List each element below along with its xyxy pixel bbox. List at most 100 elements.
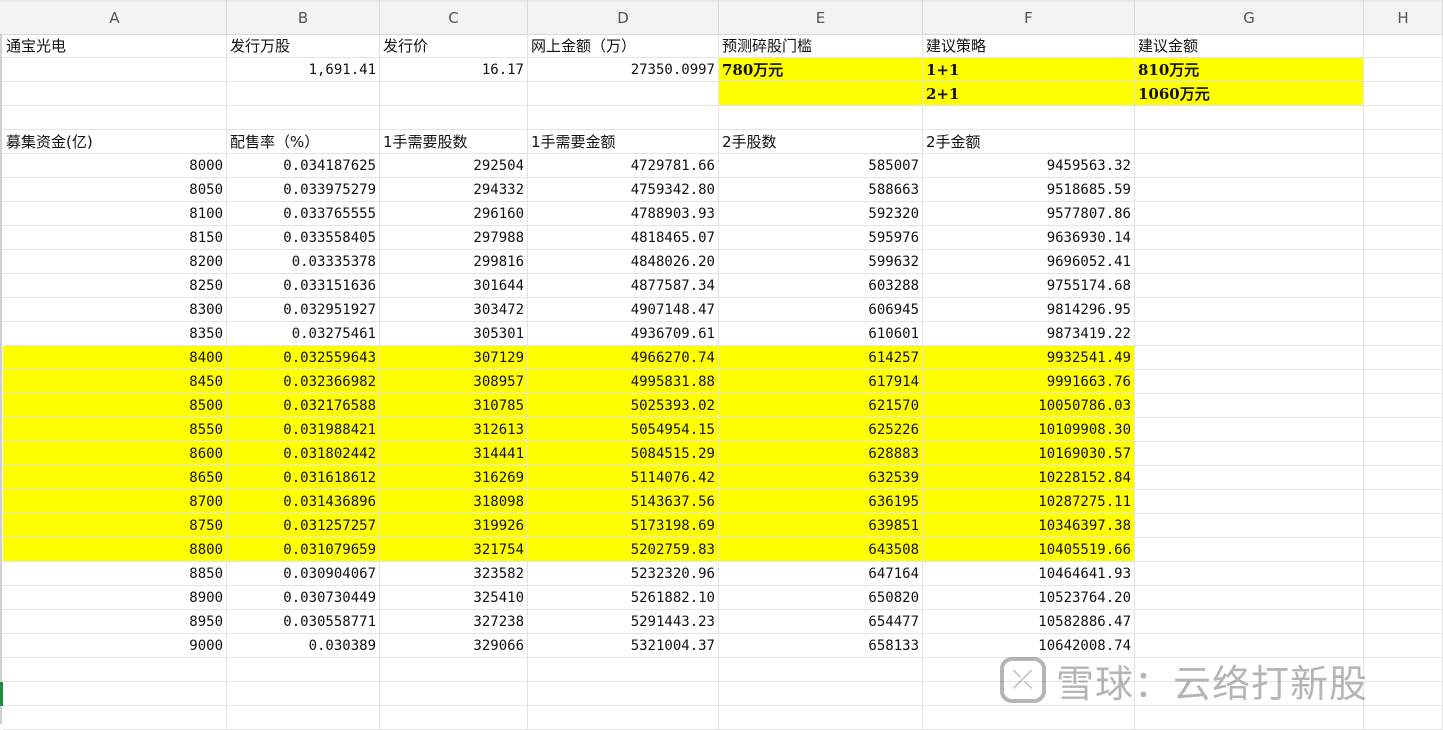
cell-h[interactable] — [1364, 658, 1443, 682]
cell-a[interactable]: 8450 — [3, 370, 227, 394]
cell-c[interactable]: 发行价 — [380, 34, 528, 58]
cell-f[interactable]: 10405519.66 — [923, 538, 1135, 562]
cell-h[interactable] — [1364, 130, 1443, 154]
cell-g[interactable] — [1135, 130, 1364, 154]
cell-e[interactable]: 639851 — [719, 514, 923, 538]
cell-g[interactable]: 1060万元 — [1135, 82, 1364, 106]
cell-a[interactable]: 8500 — [3, 394, 227, 418]
cell-a[interactable]: 8350 — [3, 322, 227, 346]
cell-d[interactable]: 5084515.29 — [528, 442, 719, 466]
cell-b[interactable] — [227, 682, 380, 706]
cell-e[interactable]: 654477 — [719, 610, 923, 634]
cell-e[interactable]: 658133 — [719, 634, 923, 658]
cell-d[interactable]: 5054954.15 — [528, 418, 719, 442]
cell-c[interactable]: 296160 — [380, 202, 528, 226]
cell-h[interactable] — [1364, 634, 1443, 658]
cell-c[interactable]: 301644 — [380, 274, 528, 298]
cell-a[interactable]: 8400 — [3, 346, 227, 370]
cell-c[interactable]: 312613 — [380, 418, 528, 442]
cell-a[interactable]: 8900 — [3, 586, 227, 610]
cell-h[interactable] — [1364, 322, 1443, 346]
cell-c[interactable]: 297988 — [380, 226, 528, 250]
cell-c[interactable]: 299816 — [380, 250, 528, 274]
cell-h[interactable] — [1364, 274, 1443, 298]
cell-a[interactable] — [3, 82, 227, 106]
cell-b[interactable]: 0.032951927 — [227, 298, 380, 322]
cell-f[interactable]: 9636930.14 — [923, 226, 1135, 250]
cell-g[interactable] — [1135, 442, 1364, 466]
cell-c[interactable]: 327238 — [380, 610, 528, 634]
cell-f[interactable]: 10346397.38 — [923, 514, 1135, 538]
cell-b[interactable]: 0.031436896 — [227, 490, 380, 514]
cell-c[interactable]: 323582 — [380, 562, 528, 586]
cell-e[interactable]: 588663 — [719, 178, 923, 202]
cell-e[interactable]: 643508 — [719, 538, 923, 562]
cell-e[interactable] — [719, 706, 923, 730]
cell-h[interactable] — [1364, 226, 1443, 250]
selected-row-marker[interactable] — [0, 682, 3, 706]
cell-e[interactable]: 632539 — [719, 466, 923, 490]
cell-a[interactable] — [3, 106, 227, 130]
column-header-f[interactable]: F — [923, 0, 1135, 34]
cell-c[interactable] — [380, 106, 528, 130]
cell-e[interactable]: 2手股数 — [719, 130, 923, 154]
cell-f[interactable] — [923, 658, 1135, 682]
cell-g[interactable]: 810万元 — [1135, 58, 1364, 82]
cell-b[interactable]: 0.031618612 — [227, 466, 380, 490]
cell-b[interactable]: 0.032559643 — [227, 346, 380, 370]
cell-g[interactable] — [1135, 538, 1364, 562]
cell-e[interactable]: 780万元 — [719, 58, 923, 82]
cell-a[interactable]: 8050 — [3, 178, 227, 202]
cell-g[interactable] — [1135, 370, 1364, 394]
cell-c[interactable]: 308957 — [380, 370, 528, 394]
cell-g[interactable] — [1135, 562, 1364, 586]
cell-h[interactable] — [1364, 442, 1443, 466]
cell-c[interactable]: 316269 — [380, 466, 528, 490]
cell-d[interactable] — [528, 106, 719, 130]
column-header-e[interactable]: E — [719, 0, 923, 34]
cell-g[interactable] — [1135, 466, 1364, 490]
cell-e[interactable]: 614257 — [719, 346, 923, 370]
cell-h[interactable] — [1364, 394, 1443, 418]
cell-d[interactable]: 5143637.56 — [528, 490, 719, 514]
cell-f[interactable]: 10287275.11 — [923, 490, 1135, 514]
cell-h[interactable] — [1364, 706, 1443, 730]
cell-h[interactable] — [1364, 538, 1443, 562]
cell-b[interactable] — [227, 106, 380, 130]
cell-c[interactable]: 318098 — [380, 490, 528, 514]
cell-g[interactable] — [1135, 154, 1364, 178]
cell-g[interactable] — [1135, 322, 1364, 346]
column-header-g[interactable]: G — [1135, 0, 1364, 34]
cell-h[interactable] — [1364, 58, 1443, 82]
cell-e[interactable]: 650820 — [719, 586, 923, 610]
cell-h[interactable] — [1364, 682, 1443, 706]
cell-a[interactable]: 8300 — [3, 298, 227, 322]
cell-a[interactable]: 募集资金(亿) — [3, 130, 227, 154]
column-header-d[interactable]: D — [528, 0, 719, 34]
cell-h[interactable] — [1364, 202, 1443, 226]
cell-c[interactable] — [380, 82, 528, 106]
cell-e[interactable] — [719, 658, 923, 682]
column-header-h[interactable]: H — [1364, 0, 1443, 34]
cell-b[interactable]: 0.03335378 — [227, 250, 380, 274]
cell-e[interactable]: 595976 — [719, 226, 923, 250]
cell-f[interactable]: 9991663.76 — [923, 370, 1135, 394]
cell-h[interactable] — [1364, 82, 1443, 106]
cell-h[interactable] — [1364, 370, 1443, 394]
cell-f[interactable]: 9814296.95 — [923, 298, 1135, 322]
cell-a[interactable]: 8650 — [3, 466, 227, 490]
cell-c[interactable]: 325410 — [380, 586, 528, 610]
cell-b[interactable]: 发行万股 — [227, 34, 380, 58]
cell-c[interactable]: 305301 — [380, 322, 528, 346]
cell-e[interactable]: 603288 — [719, 274, 923, 298]
cell-e[interactable]: 617914 — [719, 370, 923, 394]
cell-d[interactable]: 5025393.02 — [528, 394, 719, 418]
cell-b[interactable]: 0.033558405 — [227, 226, 380, 250]
cell-g[interactable] — [1135, 706, 1364, 730]
cell-f[interactable]: 10642008.74 — [923, 634, 1135, 658]
cell-c[interactable]: 1手需要股数 — [380, 130, 528, 154]
cell-h[interactable] — [1364, 298, 1443, 322]
cell-g[interactable]: 建议金额 — [1135, 34, 1364, 58]
cell-a[interactable]: 8250 — [3, 274, 227, 298]
cell-h[interactable] — [1364, 466, 1443, 490]
